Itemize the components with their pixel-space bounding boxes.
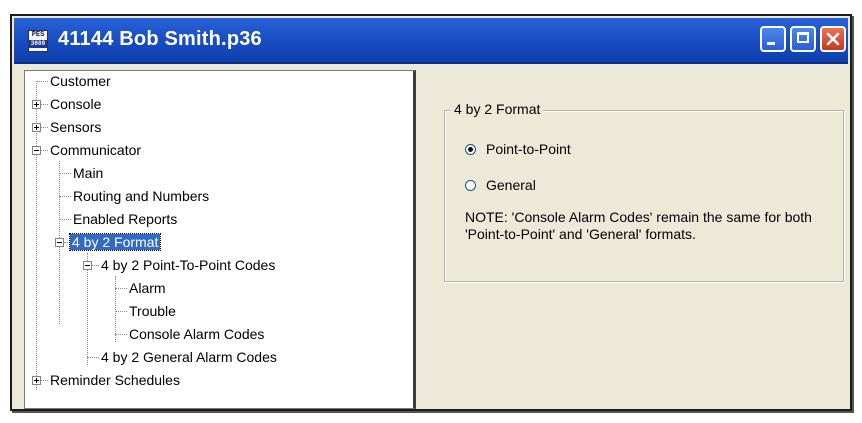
collapse-icon[interactable] — [55, 238, 64, 247]
groupbox-title: 4 by 2 Format — [451, 101, 544, 117]
tree-item-label: Communicator — [50, 142, 142, 158]
tree-connector — [115, 311, 127, 312]
radio-general[interactable]: General — [465, 175, 536, 195]
radio-checked-icon[interactable] — [465, 143, 476, 155]
tree-connector — [36, 81, 48, 82]
expand-icon[interactable] — [32, 100, 41, 109]
app-window: PES 3600 41144 Bob Smith.p36 Customer Co… — [10, 14, 852, 411]
tree-item-alarm[interactable]: Alarm — [127, 278, 168, 298]
expand-icon[interactable] — [32, 123, 41, 132]
tree-connector — [87, 357, 99, 358]
tree-item-label: Enabled Reports — [73, 211, 178, 227]
tree-item-label: Reminder Schedules — [50, 372, 180, 388]
close-icon — [826, 32, 840, 46]
format-note: NOTE: 'Console Alarm Codes' remain the s… — [465, 209, 812, 242]
settings-panel: 4 by 2 Format Point-to-Point General NOT… — [416, 70, 846, 409]
tree-connector — [59, 219, 71, 220]
radio-point-to-point[interactable]: Point-to-Point — [465, 139, 571, 159]
tree-connector — [115, 276, 116, 342]
tree-item-main[interactable]: Main — [71, 163, 105, 183]
app-icon[interactable]: PES 3600 — [28, 30, 48, 52]
tree-item-point-to-point-codes[interactable]: 4 by 2 Point-To-Point Codes — [99, 255, 277, 275]
tree-connector — [92, 265, 99, 266]
radio-unchecked-icon[interactable] — [465, 179, 476, 191]
minimize-button[interactable] — [760, 26, 786, 52]
tree-item-communicator[interactable]: Communicator — [48, 140, 143, 160]
tree-connector — [115, 334, 127, 335]
app-icon-text: PES — [31, 31, 45, 39]
tree-connector — [41, 380, 48, 381]
tree-item-label: Sensors — [50, 119, 102, 135]
tree-item-console-alarm-codes[interactable]: Console Alarm Codes — [127, 324, 266, 344]
tree-connector — [59, 173, 71, 174]
tree-item-label: 4 by 2 Format — [68, 233, 162, 251]
tree-item-trouble[interactable]: Trouble — [127, 301, 178, 321]
expand-icon[interactable] — [32, 376, 41, 385]
format-groupbox: 4 by 2 Format Point-to-Point General NOT… — [444, 101, 844, 282]
title-bar[interactable]: PES 3600 41144 Bob Smith.p36 — [14, 18, 848, 64]
tree-item-4-by-2-format[interactable]: 4 by 2 Format — [68, 232, 162, 252]
tree-item-routing-and-numbers[interactable]: Routing and Numbers — [71, 186, 211, 206]
tree-item-label: 4 by 2 General Alarm Codes — [101, 349, 277, 365]
tree-item-label: Main — [73, 165, 104, 181]
radio-label: General — [486, 177, 536, 193]
collapse-icon[interactable] — [83, 261, 92, 270]
tree-item-label: Console — [50, 96, 102, 112]
window-title: 41144 Bob Smith.p36 — [58, 28, 262, 50]
tree-item-label: Customer — [50, 73, 111, 89]
maximize-button[interactable] — [790, 26, 816, 52]
app-icon-subtext: 3600 — [29, 40, 47, 48]
tree-connector — [41, 127, 48, 128]
tree-item-label: Console Alarm Codes — [129, 326, 265, 342]
tree-item-sensors[interactable]: Sensors — [48, 117, 103, 137]
tree-connector — [41, 104, 48, 105]
tree-item-label: Routing and Numbers — [73, 188, 210, 204]
tree-item-label: 4 by 2 Point-To-Point Codes — [101, 257, 276, 273]
tree-item-general-alarm-codes[interactable]: 4 by 2 General Alarm Codes — [99, 347, 279, 367]
tree-item-console[interactable]: Console — [48, 94, 103, 114]
tree-connector — [115, 288, 127, 289]
tree-item-enabled-reports[interactable]: Enabled Reports — [71, 209, 179, 229]
tree-item-customer[interactable]: Customer — [48, 71, 113, 91]
tree-connector — [59, 196, 71, 197]
radio-label: Point-to-Point — [486, 141, 571, 157]
collapse-icon[interactable] — [32, 146, 41, 155]
tree-item-label: Alarm — [129, 280, 166, 296]
tree-item-label: Trouble — [129, 303, 176, 319]
tree-connector — [41, 150, 48, 151]
close-button[interactable] — [820, 26, 846, 52]
tree-item-reminder-schedules[interactable]: Reminder Schedules — [48, 370, 182, 390]
navigation-tree[interactable]: Customer Console Sensors Communicator Ma… — [24, 70, 416, 409]
